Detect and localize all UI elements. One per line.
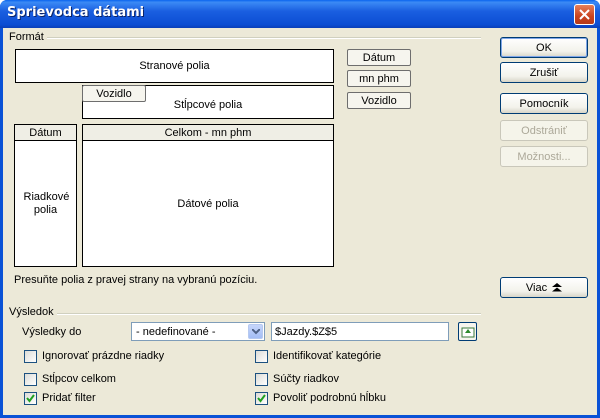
options-button-label: Možnosti... [517, 150, 571, 163]
remove-button-label: Odstrániť [521, 124, 567, 137]
result-separator [57, 313, 481, 315]
format-group-label: Formát [9, 31, 44, 43]
available-field-vehicle[interactable]: Vozidlo [347, 92, 411, 109]
help-button[interactable]: Pomocník [500, 93, 588, 114]
allow-drilldown-label: Povoliť podrobnú hĺbku [273, 392, 386, 404]
close-icon [579, 9, 590, 20]
results-to-value: - nedefinované - [136, 325, 216, 338]
column-field-item[interactable]: Vozidlo [82, 85, 146, 102]
destination-input[interactable] [271, 322, 449, 341]
data-fields-label: Dátové polia [177, 197, 239, 210]
column-field-item-label: Vozidlo [96, 87, 132, 100]
remove-button[interactable]: Odstrániť [500, 120, 588, 141]
check-icon [257, 393, 266, 403]
dialog-body: Formát Stranové polia Stĺpcové polia Voz… [3, 28, 597, 415]
title-bar[interactable]: Sprievodca dátami [0, 0, 600, 28]
checkbox-box[interactable] [255, 372, 268, 386]
help-button-label: Pomocník [519, 97, 569, 110]
row-totals-checkbox[interactable]: Súčty riadkov [255, 372, 339, 386]
row-totals-label: Súčty riadkov [273, 373, 340, 385]
available-field-label: Dátum [362, 51, 396, 64]
format-separator [47, 37, 481, 39]
results-to-select[interactable]: - nedefinované - [131, 322, 265, 341]
result-group-label: Výsledok [9, 306, 54, 318]
cancel-button[interactable]: Zrušiť [500, 62, 588, 83]
add-filter-label: Pridať filter [42, 392, 96, 404]
row-fields-area[interactable]: Riadkové polia [14, 140, 77, 267]
collapse-arrows-icon [552, 283, 563, 292]
available-field-fuel[interactable]: mn phm [347, 70, 411, 87]
identify-categories-label: Identifikovať kategórie [273, 350, 382, 362]
ignore-empty-label: Ignorovať prázdne riadky [42, 350, 165, 362]
check-icon [26, 393, 35, 403]
checkbox-box[interactable] [24, 391, 37, 405]
row-fields-label: Riadkové polia [23, 190, 70, 216]
available-field-label: Vozidlo [361, 94, 397, 107]
close-button[interactable] [574, 4, 595, 25]
shrink-icon [461, 327, 475, 338]
checkbox-box[interactable] [24, 372, 37, 386]
cancel-button-label: Zrušiť [529, 66, 559, 79]
allow-drilldown-checkbox[interactable]: Povoliť podrobnú hĺbku [255, 391, 386, 405]
available-field-label: mn phm [359, 72, 399, 85]
data-fields-area[interactable]: Dátové polia [82, 140, 334, 267]
page-fields-label: Stranové polia [139, 60, 210, 72]
window-title: Sprievodca dátami [7, 5, 145, 20]
ok-button-label: OK [536, 41, 552, 54]
page-fields-area[interactable]: Stranové polia [15, 49, 334, 83]
more-button[interactable]: Viac [500, 277, 588, 298]
options-button[interactable]: Možnosti... [500, 146, 588, 167]
row-fields-header[interactable]: Dátum [14, 124, 77, 141]
column-totals-label: Stĺpcov celkom [42, 373, 116, 385]
chevron-down-icon [252, 329, 260, 335]
ok-button[interactable]: OK [500, 37, 588, 58]
drag-hint: Presuňte polia z pravej strany na vybran… [14, 274, 258, 286]
column-fields-label: Stĺpcové polia [173, 98, 243, 111]
column-totals-checkbox[interactable]: Stĺpcov celkom [24, 372, 116, 386]
add-filter-checkbox[interactable]: Pridať filter [24, 391, 96, 405]
checkbox-box[interactable] [255, 349, 268, 363]
dialog-window: Sprievodca dátami Formát Stranové polia … [0, 0, 600, 418]
data-header-label: Celkom - mn phm [164, 126, 252, 139]
ignore-empty-checkbox[interactable]: Ignorovať prázdne riadky [24, 349, 164, 363]
more-button-label: Viac [525, 281, 548, 294]
checkbox-box[interactable] [255, 391, 268, 405]
data-fields-header[interactable]: Celkom - mn phm [82, 124, 334, 141]
results-to-label: Výsledky do [22, 326, 82, 338]
shrink-button[interactable] [458, 322, 477, 341]
available-field-date[interactable]: Dátum [347, 49, 411, 66]
checkbox-box[interactable] [24, 349, 37, 363]
row-header-label: Dátum [29, 126, 62, 139]
identify-categories-checkbox[interactable]: Identifikovať kategórie [255, 349, 381, 363]
dropdown-button[interactable] [248, 324, 263, 339]
